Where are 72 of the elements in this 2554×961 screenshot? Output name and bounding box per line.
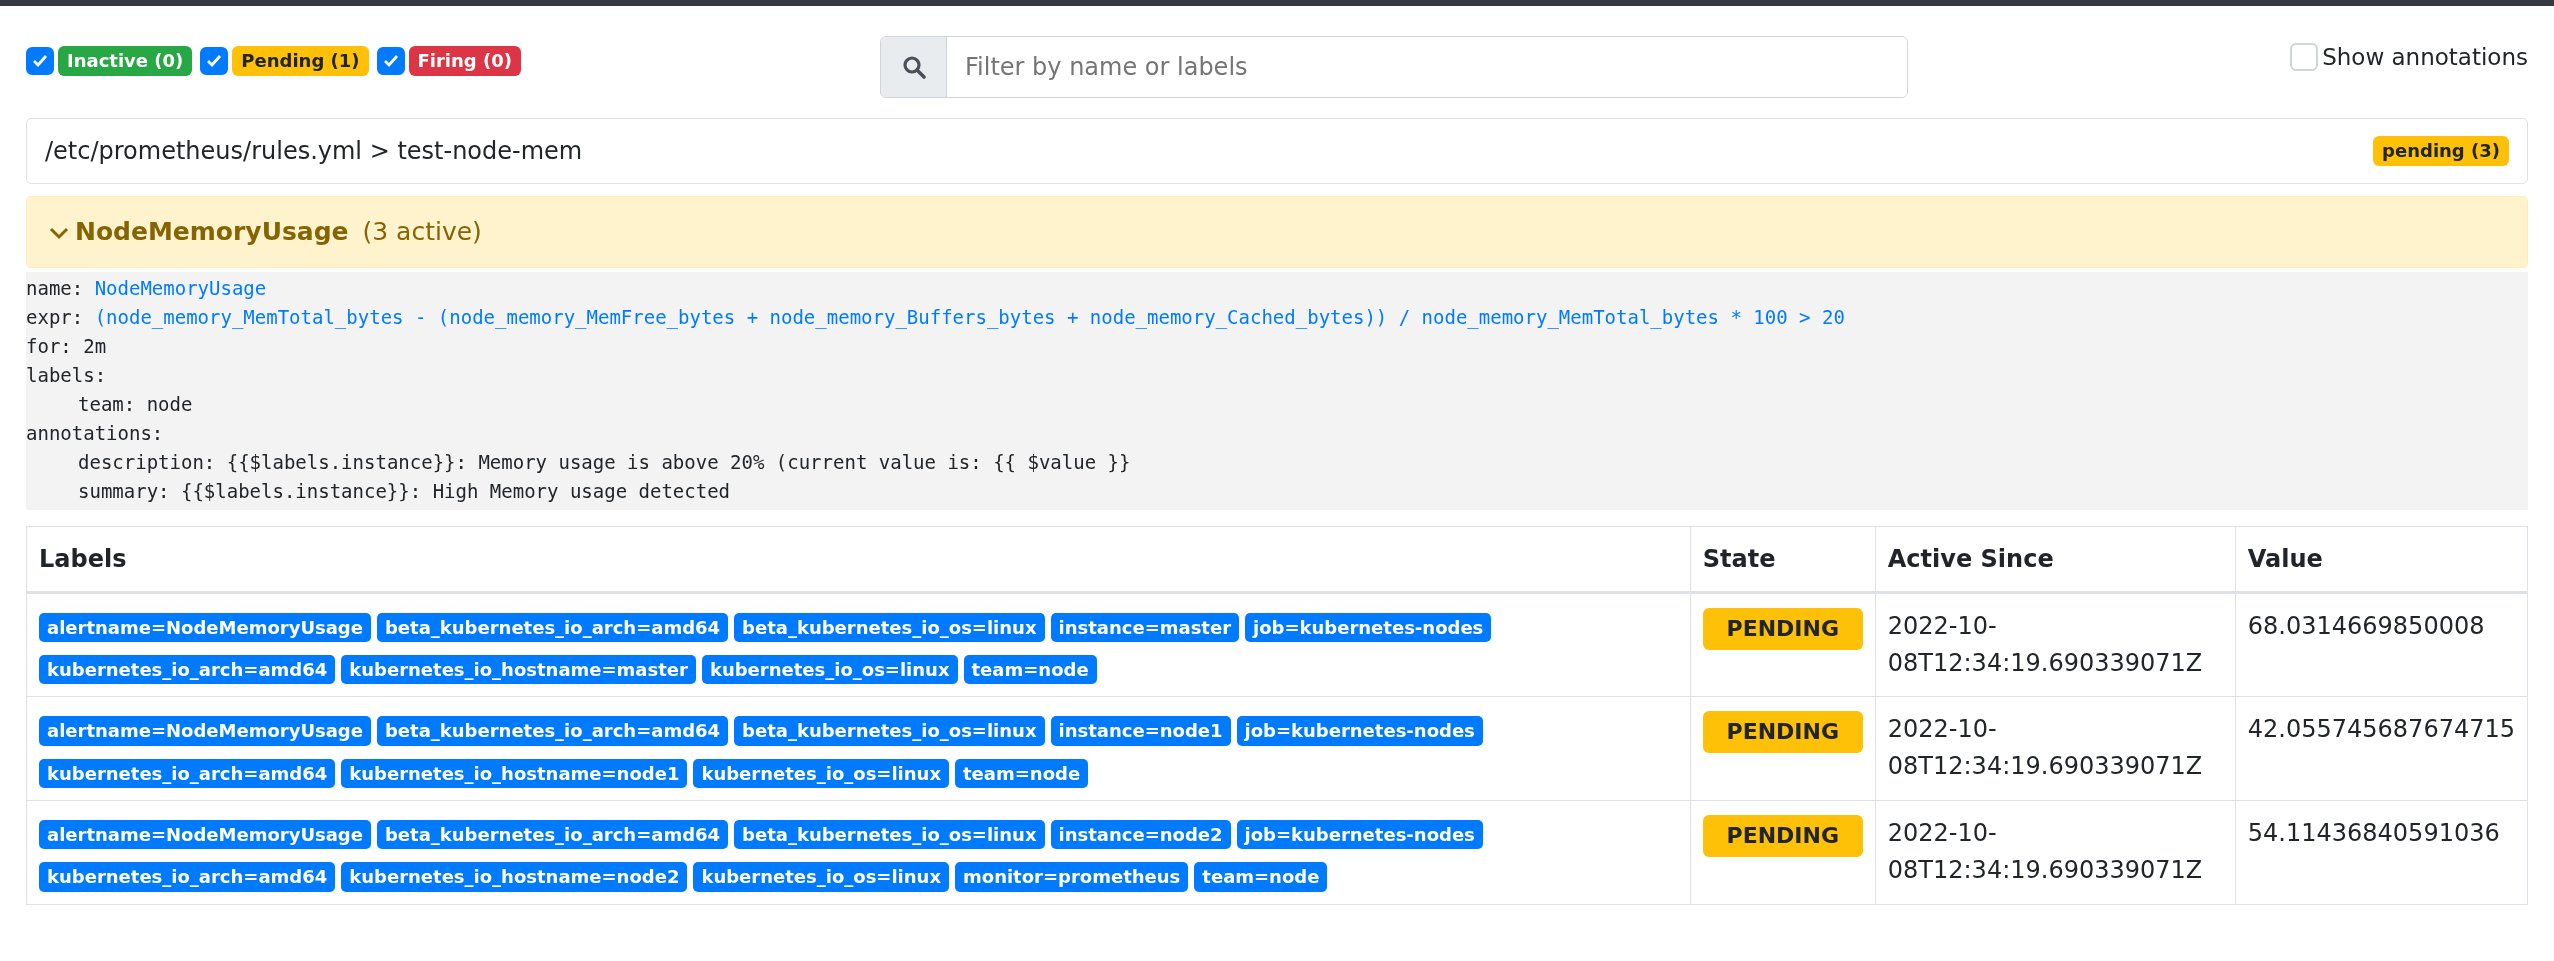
table-cell: 68.0314669850008 xyxy=(2235,592,2528,697)
label-badge: kubernetes_io_os=linux xyxy=(701,654,958,685)
checkbox[interactable] xyxy=(376,46,405,75)
definition-key: annotations: xyxy=(26,421,164,444)
label-badge: kubernetes_io_hostname=node1 xyxy=(341,758,688,789)
label-badge: alertname=NodeMemoryUsage xyxy=(39,716,371,746)
label-badge: beta_kubernetes_io_os=linux xyxy=(734,612,1045,642)
alert-header[interactable]: NodeMemoryUsage (3 active) xyxy=(26,196,2528,268)
label-badge: kubernetes_io_hostname=node2 xyxy=(341,862,688,892)
label-badge: beta_kubernetes_io_arch=amd64 xyxy=(376,716,729,746)
label-badge: beta_kubernetes_io_arch=amd64 xyxy=(376,820,729,850)
rule-group-title: /etc/prometheus/rules.yml > test-node-mem xyxy=(45,136,583,167)
search-icon xyxy=(901,55,926,79)
label-badge: kubernetes_io_arch=amd64 xyxy=(39,654,336,685)
definition-key: name: xyxy=(26,276,84,299)
definition-key: team: xyxy=(78,392,136,415)
label-badge: instance=node2 xyxy=(1050,820,1231,850)
label-badge: job=kubernetes-nodes xyxy=(1245,612,1492,642)
label-badge: beta_kubernetes_io_os=linux xyxy=(734,716,1045,746)
table-cell: 2022-10-08T12:34:19.690339071Z xyxy=(1875,696,2236,801)
label-badge: team=node xyxy=(963,654,1097,685)
active-count: (3 active) xyxy=(361,217,482,246)
label-badge: monitor=prometheus xyxy=(955,862,1189,892)
column-header: Value xyxy=(2235,526,2528,592)
label-badge: kubernetes_io_arch=amd64 xyxy=(39,758,336,789)
label-badge: kubernetes_io_arch=amd64 xyxy=(39,862,336,892)
table-cell: 54.11436840591036 xyxy=(2235,800,2528,905)
definition-key: expr: xyxy=(26,305,84,328)
label-badge: job=kubernetes-nodes xyxy=(1236,820,1483,850)
state-count-badge: pending (3) xyxy=(2373,136,2509,166)
table-cell: 42.055745687674715 xyxy=(2235,696,2528,801)
state-badge: PENDING xyxy=(1702,815,1863,858)
definition-key: summary: xyxy=(78,479,170,502)
checkbox-label: Show annotations xyxy=(2322,43,2528,72)
definition-value: NodeMemoryUsage xyxy=(94,276,267,299)
label-badge: beta_kubernetes_io_arch=amd64 xyxy=(376,612,729,642)
search-field[interactable]: Filter by name or labels xyxy=(880,36,1908,98)
definition-key: labels: xyxy=(26,363,107,386)
label-badge: job=kubernetes-nodes xyxy=(1236,716,1483,746)
state-filter-badge: Inactive (0) xyxy=(58,46,193,76)
definition-value: {{$labels.instance}}: High Memory usage detected xyxy=(180,479,731,502)
label-badge: kubernetes_io_os=linux xyxy=(693,758,949,789)
definition-value: {{$labels.instance}}: Memory usage is above 20% (current value is: {{ $value }} xyxy=(226,450,1131,473)
check-icon xyxy=(382,54,399,68)
label-badge: instance=node1 xyxy=(1050,716,1231,746)
column-header: Labels xyxy=(26,526,1691,592)
label-badge: team=node xyxy=(955,758,1089,789)
column-header: Active Since xyxy=(1875,526,2236,592)
label-badge: alertname=NodeMemoryUsage xyxy=(39,820,371,850)
table-cell: 2022-10-08T12:34:19.690339071Z xyxy=(1875,592,2236,697)
check-icon xyxy=(206,54,223,68)
check-icon xyxy=(32,54,48,68)
definition-value: node xyxy=(146,392,193,415)
label-badge: instance=master xyxy=(1050,612,1240,642)
definition-key: for: xyxy=(26,334,72,357)
definition-key: description: xyxy=(78,450,216,473)
column-header: State xyxy=(1690,526,1876,592)
state-filter-badge: Firing (0) xyxy=(408,46,521,76)
label-badge: kubernetes_io_hostname=master xyxy=(341,654,696,685)
alert-name: NodeMemoryUsage xyxy=(75,217,349,246)
checkbox[interactable] xyxy=(200,46,229,75)
table-cell: 2022-10-08T12:34:19.690339071Z xyxy=(1875,800,2236,905)
state-badge: PENDING xyxy=(1702,711,1863,754)
label-badge: kubernetes_io_os=linux xyxy=(693,862,949,892)
state-filter-badge: Pending (1) xyxy=(232,46,369,76)
state-badge: PENDING xyxy=(1702,607,1863,650)
label-badge: team=node xyxy=(1194,862,1328,892)
checkbox[interactable] xyxy=(26,46,54,75)
label-badge: beta_kubernetes_io_os=linux xyxy=(734,820,1045,850)
label-badge: alertname=NodeMemoryUsage xyxy=(39,612,371,642)
definition-value: 2m xyxy=(83,334,107,357)
definition-value: (node_memory_MemTotal_bytes - (node_memory_MemFree_bytes + node_memory_Buffers_bytes + node_memory_Cached_bytes)) / node_memory_MemTotal_bytes * 100 > 20 xyxy=(94,305,1845,328)
